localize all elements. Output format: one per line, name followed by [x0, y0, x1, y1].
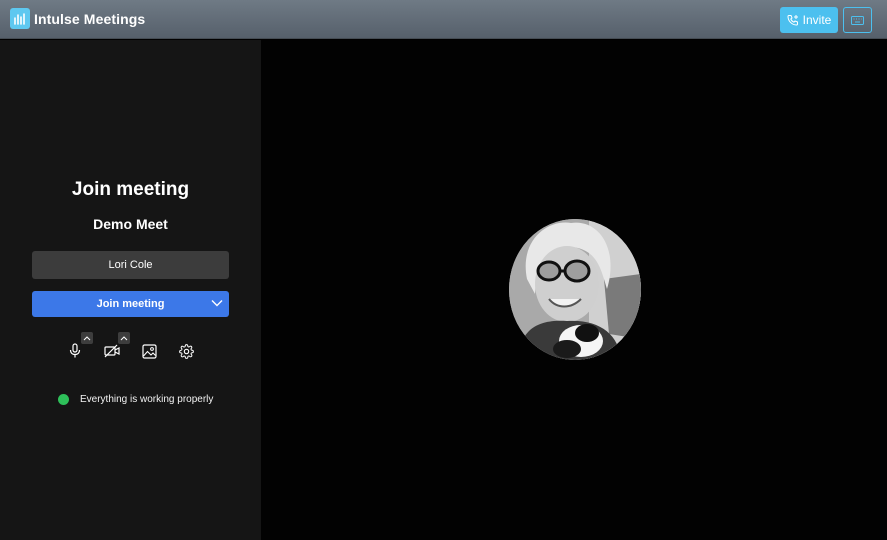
participant-avatar: [509, 219, 641, 360]
invite-label: Invite: [802, 13, 832, 27]
status-text: Everything is working properly: [80, 394, 214, 405]
app-logo-icon: [10, 8, 30, 29]
chevron-down-icon[interactable]: [211, 299, 223, 307]
page-title: Join meeting: [71, 179, 190, 200]
brand: Intulse Meetings: [10, 8, 145, 29]
microphone-icon: [69, 343, 81, 358]
settings-icon: [178, 343, 194, 359]
status-ok-icon: [58, 394, 69, 405]
microphone-options-button[interactable]: [81, 332, 93, 344]
background-button[interactable]: [140, 342, 158, 360]
camera-options-button[interactable]: [118, 332, 130, 344]
device-controls: [0, 330, 261, 360]
background-image-icon: [141, 343, 157, 359]
chevron-up-icon: [120, 335, 128, 340]
chevron-up-icon: [83, 335, 91, 340]
join-meeting-button[interactable]: Join meeting: [32, 291, 229, 317]
invite-button[interactable]: Invite: [780, 7, 838, 33]
display-name-input[interactable]: [32, 251, 229, 279]
avatar-photo: [509, 219, 641, 360]
meeting-name: Demo Meet: [93, 216, 168, 232]
camera-button[interactable]: [103, 342, 121, 360]
keyboard-shortcuts-button[interactable]: [843, 7, 872, 33]
phone-plus-icon: [787, 15, 798, 26]
video-off-icon: [104, 344, 120, 358]
microphone-button[interactable]: [66, 342, 84, 360]
prejoin-panel: Join meeting Demo Meet Join meeting: [0, 40, 261, 540]
app-header: Intulse Meetings Invite: [0, 0, 887, 39]
video-preview: [261, 40, 887, 540]
app-name: Intulse Meetings: [34, 10, 146, 27]
join-meeting-label: Join meeting: [96, 298, 165, 310]
device-status: Everything is working properly: [58, 394, 213, 405]
keyboard-icon: [851, 15, 864, 25]
settings-button[interactable]: [177, 342, 195, 360]
